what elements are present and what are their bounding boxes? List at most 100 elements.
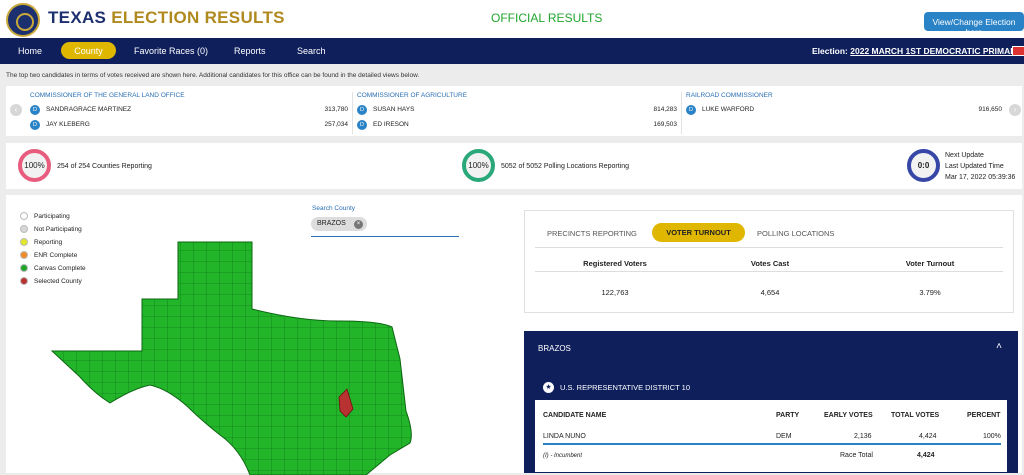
party-badge: D — [357, 119, 367, 130]
chevron-right-icon[interactable]: › — [1009, 104, 1021, 116]
candidate-votes: 313,780 — [324, 106, 349, 113]
vote-bar — [543, 443, 1001, 445]
race-header[interactable]: ★ U.S. REPRESENTATIVE DISTRICT 10 — [535, 374, 1007, 400]
col-percent: PERCENT — [967, 412, 1001, 419]
candidate-name: SUSAN HAYS — [373, 106, 415, 113]
race-total-value: 4,424 — [917, 452, 935, 459]
legend-swatch — [20, 225, 28, 233]
county-name: BRAZOS — [538, 344, 571, 353]
last-updated-label: Last Updated Time — [945, 163, 1004, 170]
col-party: PARTY — [776, 412, 800, 419]
legend-label: Not Participating — [34, 225, 82, 233]
chevron-up-icon[interactable]: ˄ — [996, 341, 1002, 352]
nav-search[interactable]: Search — [297, 46, 326, 56]
voter-turnout-value: 3.79% — [919, 288, 941, 297]
close-icon[interactable]: × — [354, 220, 363, 229]
flag-icon — [1012, 46, 1024, 56]
official-results-label: OFFICIAL RESULTS — [491, 11, 603, 25]
race-office: COMMISSIONER OF THE GENERAL LAND OFFICE — [30, 92, 185, 99]
total-votes: 4,424 — [919, 433, 937, 440]
candidate-row: D JAY KLEBERG 257,034 — [30, 118, 352, 131]
party-badge: D — [357, 104, 367, 115]
legend-label: Participating — [34, 212, 70, 220]
col-candidate-name: CANDIDATE NAME — [543, 412, 607, 419]
candidate-row: D SANDRAGRACE MARTINEZ 313,780 — [30, 103, 352, 116]
candidate-name: LINDA NUNO — [543, 433, 586, 440]
county-panel: Participating Not Participating Reporting E… — [6, 195, 1022, 475]
view-change-election-button[interactable]: View/Change Election here — [924, 12, 1024, 37]
turnout-panel: PRECINCTS REPORTING VOTER TURNOUT POLLIN… — [524, 210, 1014, 313]
texas-seal-logo — [6, 3, 40, 37]
percent: 100% — [983, 433, 1001, 440]
party-badge: D — [30, 119, 40, 130]
star-icon[interactable]: ★ — [543, 381, 554, 393]
last-updated-time: Mar 17, 2022 05:39:36 — [945, 174, 1016, 181]
incumbent-footnote: (I) - Incumbent — [543, 453, 583, 459]
race-card[interactable]: COMMISSIONER OF AGRICULTURE D SUSAN HAYS 8… — [357, 92, 682, 134]
search-county-label: Search County — [312, 205, 355, 212]
site-title[interactable]: TEXAS ELECTION RESULTS — [48, 8, 285, 28]
candidate-votes: 257,034 — [324, 121, 349, 128]
tab-precincts-reporting[interactable]: PRECINCTS REPORTING — [547, 229, 637, 238]
search-county-input[interactable] — [311, 236, 459, 237]
legend-item: Participating — [20, 212, 70, 220]
candidate-name: JAY KLEBERG — [46, 121, 90, 128]
race-title: U.S. REPRESENTATIVE DISTRICT 10 — [560, 382, 691, 392]
tab-polling-locations[interactable]: POLLING LOCATIONS — [757, 229, 834, 238]
nav-reports[interactable]: Reports — [234, 46, 266, 56]
legend-swatch — [20, 212, 28, 220]
race-office: RAILROAD COMMISSIONER — [686, 92, 773, 99]
next-update-label: Next Update — [945, 152, 984, 159]
main-nav: Home County Favorite Races (0) Reports S… — [0, 38, 1024, 64]
candidate-row: D ED IRESON 169,503 — [357, 118, 681, 131]
legend-swatch — [20, 251, 28, 259]
election-selector[interactable]: Election: 2022 MARCH 1ST DEMOCRATIC PRIM… — [812, 46, 1022, 56]
update-timer: 0:0 — [907, 149, 940, 182]
votes-cast-value: 4,654 — [760, 288, 780, 297]
race-summary-carousel: ‹ COMMISSIONER OF THE GENERAL LAND OFFIC… — [6, 86, 1022, 136]
race-card[interactable]: RAILROAD COMMISSIONER D LUKE WARFORD 916,6… — [686, 92, 1006, 134]
legend-swatch — [20, 277, 28, 285]
chevron-left-icon[interactable]: ‹ — [10, 104, 22, 116]
race-results: ★ U.S. REPRESENTATIVE DISTRICT 10 CANDIDA… — [534, 373, 1008, 473]
race-total-label: Race Total — [840, 452, 873, 459]
counties-reporting-text: 254 of 254 Counties Reporting — [57, 163, 152, 170]
county-chip[interactable]: BRAZOS × — [311, 217, 367, 231]
candidate-votes: 916,650 — [978, 106, 1003, 113]
candidate-name: LUKE WARFORD — [702, 106, 755, 113]
nav-favorite-races[interactable]: Favorite Races (0) — [134, 46, 208, 56]
nav-county[interactable]: County — [61, 42, 116, 59]
party-badge: D — [686, 104, 696, 115]
party-badge: D — [30, 104, 40, 115]
race-card[interactable]: COMMISSIONER OF THE GENERAL LAND OFFICE … — [30, 92, 353, 134]
registered-voters-value: 122,763 — [601, 288, 629, 297]
reporting-status: 100% 254 of 254 Counties Reporting 100% … — [6, 143, 1022, 189]
col-votes-cast: Votes Cast — [750, 259, 790, 268]
candidate-votes: 169,503 — [653, 121, 678, 128]
nav-home[interactable]: Home — [18, 46, 42, 56]
col-total-votes: TOTAL VOTES — [891, 412, 940, 419]
legend-swatch — [20, 238, 28, 246]
info-note: The top two candidates in terms of votes… — [6, 72, 420, 79]
col-voter-turnout: Voter Turnout — [905, 259, 955, 268]
texas-county-map[interactable] — [50, 239, 430, 475]
candidate-name: ED IRESON — [373, 121, 409, 128]
race-office: COMMISSIONER OF AGRICULTURE — [357, 92, 468, 99]
col-registered-voters: Registered Voters — [583, 259, 647, 268]
candidate-row: D LUKE WARFORD 916,650 — [686, 103, 1006, 116]
polling-reporting-text: 5052 of 5052 Polling Locations Reporting — [501, 163, 630, 170]
legend-item: Not Participating — [20, 225, 82, 233]
candidate-row: D SUSAN HAYS 814,283 — [357, 103, 681, 116]
candidate-votes: 814,283 — [653, 106, 678, 113]
col-early-votes: EARLY VOTES — [824, 412, 873, 419]
candidate-party: DEM — [776, 433, 792, 440]
tab-voter-turnout[interactable]: VOTER TURNOUT — [652, 223, 745, 242]
county-results-panel: BRAZOS ˄ ★ U.S. REPRESENTATIVE DISTRICT 1… — [524, 331, 1018, 473]
early-votes: 2,136 — [854, 433, 872, 440]
counties-progress: 100% — [18, 149, 51, 182]
candidate-name: SANDRAGRACE MARTINEZ — [46, 106, 132, 113]
divider — [535, 247, 1003, 248]
polling-progress: 100% — [462, 149, 495, 182]
county-chip-label: BRAZOS — [317, 220, 346, 227]
header: TEXAS ELECTION RESULTS OFFICIAL RESULTS … — [0, 0, 1024, 38]
